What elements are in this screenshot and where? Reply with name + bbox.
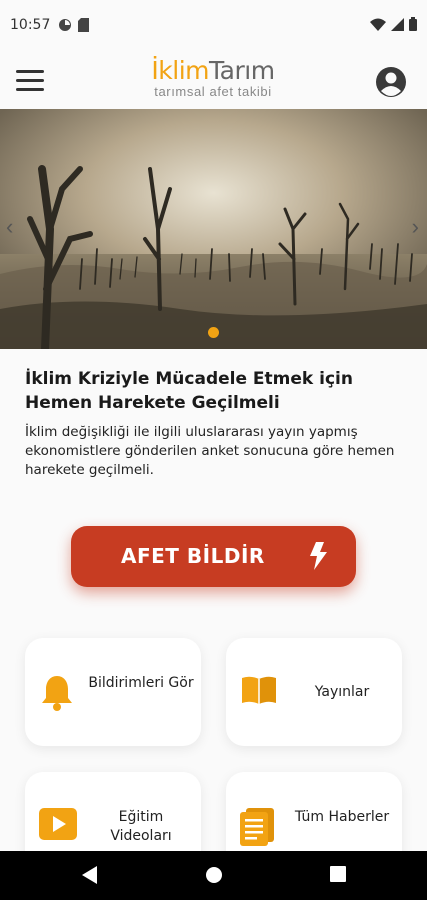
status-notification-icons bbox=[58, 18, 89, 32]
card-notifications-label: Bildirimleri Gör bbox=[88, 675, 194, 691]
home-circle-icon[interactable] bbox=[204, 865, 224, 885]
signal-icon bbox=[391, 17, 404, 31]
logo-part-iklim: İklim bbox=[151, 56, 210, 85]
hamburger-menu-icon[interactable] bbox=[16, 70, 44, 92]
recents-square-icon[interactable] bbox=[329, 865, 347, 883]
data-saver-icon bbox=[59, 19, 71, 31]
system-navigation-bar bbox=[0, 851, 427, 900]
video-icon bbox=[39, 808, 77, 840]
report-disaster-label: AFET BİLDİR bbox=[121, 544, 265, 568]
status-system-icons bbox=[370, 17, 417, 31]
card-all-news-label: Tüm Haberler bbox=[294, 809, 390, 825]
sim-card-icon bbox=[78, 18, 89, 32]
hero-next-arrow-icon[interactable]: › bbox=[412, 214, 419, 240]
account-circle-icon[interactable] bbox=[375, 66, 407, 98]
card-notifications[interactable]: Bildirimleri Gör bbox=[25, 638, 201, 746]
report-disaster-button[interactable]: AFET BİLDİR bbox=[71, 526, 356, 587]
logo-part-tarim: Tarım bbox=[209, 56, 275, 85]
carousel-indicator-dot[interactable] bbox=[208, 327, 219, 338]
book-icon bbox=[242, 676, 276, 704]
app-header: İklimTarım tarımsal afet takibi bbox=[0, 52, 427, 108]
status-bar: 10:57 bbox=[0, 0, 427, 52]
logo-wordmark: İklimTarım bbox=[142, 58, 284, 84]
hero-image-drought-landscape bbox=[0, 109, 427, 349]
app-logo: İklimTarım tarımsal afet takibi bbox=[142, 58, 284, 100]
logo-subtitle: tarımsal afet takibi bbox=[154, 84, 272, 99]
card-training-videos-label: Eğitim Videoları bbox=[110, 809, 172, 844]
hero-carousel[interactable]: ‹ › bbox=[0, 109, 427, 349]
card-publications[interactable]: Yayınlar bbox=[226, 638, 402, 746]
card-publications-label: Yayınlar bbox=[314, 684, 370, 700]
article-title[interactable]: İklim Kriziyle Mücadele Etmek için Hemen… bbox=[25, 367, 405, 415]
wifi-icon bbox=[370, 18, 386, 31]
news-icon bbox=[240, 808, 274, 846]
bolt-icon bbox=[310, 542, 327, 570]
bell-icon bbox=[42, 676, 72, 711]
status-time: 10:57 bbox=[10, 17, 51, 33]
back-triangle-icon[interactable] bbox=[80, 865, 98, 885]
battery-icon bbox=[409, 17, 417, 31]
article-description: İklim değişikliği ile ilgili uluslararas… bbox=[25, 424, 395, 478]
hero-prev-arrow-icon[interactable]: ‹ bbox=[6, 214, 13, 240]
